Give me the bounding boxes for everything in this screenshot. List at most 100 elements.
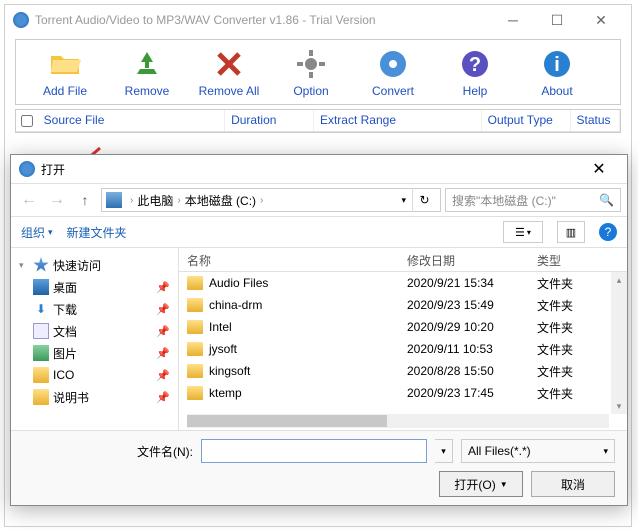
drive-icon <box>106 192 122 208</box>
view-mode-button[interactable]: ☰ ▾ <box>503 221 543 243</box>
file-row[interactable]: Audio Files2020/9/21 15:34文件夹 <box>179 272 627 294</box>
pin-icon: 📌 <box>156 347 170 360</box>
search-icon: 🔍 <box>599 193 614 207</box>
preview-pane-button[interactable]: ▥ <box>557 221 585 243</box>
column-duration[interactable]: Duration <box>225 110 314 131</box>
dialog-title: 打开 <box>41 161 579 178</box>
folder-open-icon <box>49 48 81 80</box>
organize-button[interactable]: 组织▾ <box>21 224 53 241</box>
chevron-right-icon: › <box>177 195 180 206</box>
chevron-down-icon[interactable]: ▾ <box>401 195 406 206</box>
breadcrumb-bar[interactable]: › 此电脑 › 本地磁盘 (C:) › ▾ ↻ <box>101 188 441 212</box>
filename-input[interactable] <box>201 439 427 463</box>
dialog-toolbar: 组织▾ 新建文件夹 ☰ ▾ ▥ ? <box>11 217 627 247</box>
chevron-down-icon: ▾ <box>48 227 53 238</box>
filename-dropdown[interactable]: ▾ <box>435 439 453 463</box>
window-title: Torrent Audio/Video to MP3/WAV Converter… <box>35 13 491 27</box>
open-button[interactable]: 打开(O)▼ <box>439 471 523 497</box>
file-row[interactable]: kingsoft2020/8/28 15:50文件夹 <box>179 360 627 382</box>
star-icon <box>33 257 49 273</box>
toolbar-panel: Add File Remove Remove All Option <box>15 39 621 105</box>
column-type[interactable]: 类型 <box>529 248 599 271</box>
pin-icon: 📌 <box>156 325 170 338</box>
folder-icon <box>187 320 203 334</box>
file-list-pane: 名称 修改日期 类型 Audio Files2020/9/21 15:34文件夹… <box>179 248 627 430</box>
folder-icon <box>33 389 49 405</box>
search-input[interactable]: 搜索"本地磁盘 (C:)" 🔍 <box>445 188 621 212</box>
sidebar-item-manual[interactable]: 说明书 📌 <box>15 386 174 408</box>
dialog-close-button[interactable]: ✕ <box>579 156 619 182</box>
chevron-down-icon: ▼ <box>500 480 508 489</box>
sidebar-item-downloads[interactable]: ⬇ 下载 📌 <box>15 298 174 320</box>
pin-icon: 📌 <box>156 303 170 316</box>
pin-icon: 📌 <box>156 391 170 404</box>
help-button[interactable]: ? Help <box>434 44 516 102</box>
breadcrumb-pc[interactable]: 此电脑 <box>137 192 173 209</box>
add-file-button[interactable]: Add File <box>24 44 106 102</box>
file-type-filter[interactable]: All Files(*.*) ▾ <box>461 439 615 463</box>
file-row[interactable]: china-drm2020/9/23 15:49文件夹 <box>179 294 627 316</box>
svg-text:i: i <box>554 54 560 76</box>
folder-icon <box>187 298 203 312</box>
convert-button[interactable]: Convert <box>352 44 434 102</box>
nav-back-button[interactable]: ← <box>17 188 41 212</box>
horizontal-scrollbar[interactable] <box>187 414 609 428</box>
file-row[interactable]: ktemp2020/9/23 17:45文件夹 <box>179 382 627 404</box>
recycle-icon <box>131 48 163 80</box>
column-output[interactable]: Output Type <box>482 110 571 131</box>
folder-icon <box>187 364 203 378</box>
close-button[interactable]: ✕ <box>579 6 623 34</box>
column-extract[interactable]: Extract Range <box>314 110 482 131</box>
pin-icon: 📌 <box>156 281 170 294</box>
pin-icon: 📌 <box>156 369 170 382</box>
column-source[interactable]: Source File <box>38 110 225 131</box>
titlebar: Torrent Audio/Video to MP3/WAV Converter… <box>5 5 631 35</box>
remove-button[interactable]: Remove <box>106 44 188 102</box>
help-icon: ? <box>459 48 491 80</box>
dialog-nav: ← → ↑ › 此电脑 › 本地磁盘 (C:) › ▾ ↻ 搜索"本地磁盘 (C… <box>11 183 627 217</box>
refresh-button[interactable]: ↻ <box>412 188 436 212</box>
file-row[interactable]: jysoft2020/9/11 10:53文件夹 <box>179 338 627 360</box>
document-icon <box>33 323 49 339</box>
column-name[interactable]: 名称 <box>179 248 399 271</box>
sidebar-item-ico[interactable]: ICO 📌 <box>15 364 174 386</box>
svg-text:?: ? <box>469 54 481 76</box>
sidebar-item-desktop[interactable]: 桌面 📌 <box>15 276 174 298</box>
dialog-help-button[interactable]: ? <box>599 223 617 241</box>
select-all-checkbox[interactable] <box>16 110 38 131</box>
remove-all-button[interactable]: Remove All <box>188 44 270 102</box>
nav-forward-button[interactable]: → <box>45 188 69 212</box>
download-icon: ⬇ <box>33 301 49 317</box>
breadcrumb-drive[interactable]: 本地磁盘 (C:) <box>185 192 256 209</box>
info-icon: i <box>541 48 573 80</box>
chevron-right-icon: › <box>130 195 133 206</box>
folder-icon <box>187 342 203 356</box>
app-icon <box>13 12 29 28</box>
dialog-icon <box>19 161 35 177</box>
column-status[interactable]: Status <box>571 110 620 131</box>
sidebar-item-pictures[interactable]: 图片 📌 <box>15 342 174 364</box>
about-button[interactable]: i About <box>516 44 598 102</box>
desktop-icon <box>33 279 49 295</box>
nav-up-button[interactable]: ↑ <box>73 188 97 212</box>
minimize-button[interactable]: ─ <box>491 6 535 34</box>
maximize-button[interactable]: ☐ <box>535 6 579 34</box>
chevron-right-icon: › <box>260 195 263 206</box>
cancel-button[interactable]: 取消 <box>531 471 615 497</box>
sidebar: ▾ 快速访问 桌面 📌 ⬇ 下载 📌 文档 📌 图片 <box>11 248 179 430</box>
vertical-scrollbar[interactable]: ▴ ▾ <box>611 272 627 414</box>
folder-icon <box>187 386 203 400</box>
scroll-up-icon[interactable]: ▴ <box>611 272 627 288</box>
gear-icon <box>295 48 327 80</box>
scroll-down-icon[interactable]: ▾ <box>611 398 627 414</box>
sidebar-item-quick[interactable]: ▾ 快速访问 <box>15 254 174 276</box>
x-icon <box>213 48 245 80</box>
picture-icon <box>33 345 49 361</box>
sidebar-item-documents[interactable]: 文档 📌 <box>15 320 174 342</box>
new-folder-button[interactable]: 新建文件夹 <box>67 224 127 241</box>
dialog-titlebar: 打开 ✕ <box>11 155 627 183</box>
folder-icon <box>33 367 49 383</box>
file-row[interactable]: Intel2020/9/29 10:20文件夹 <box>179 316 627 338</box>
column-date[interactable]: 修改日期 <box>399 248 529 271</box>
option-button[interactable]: Option <box>270 44 352 102</box>
